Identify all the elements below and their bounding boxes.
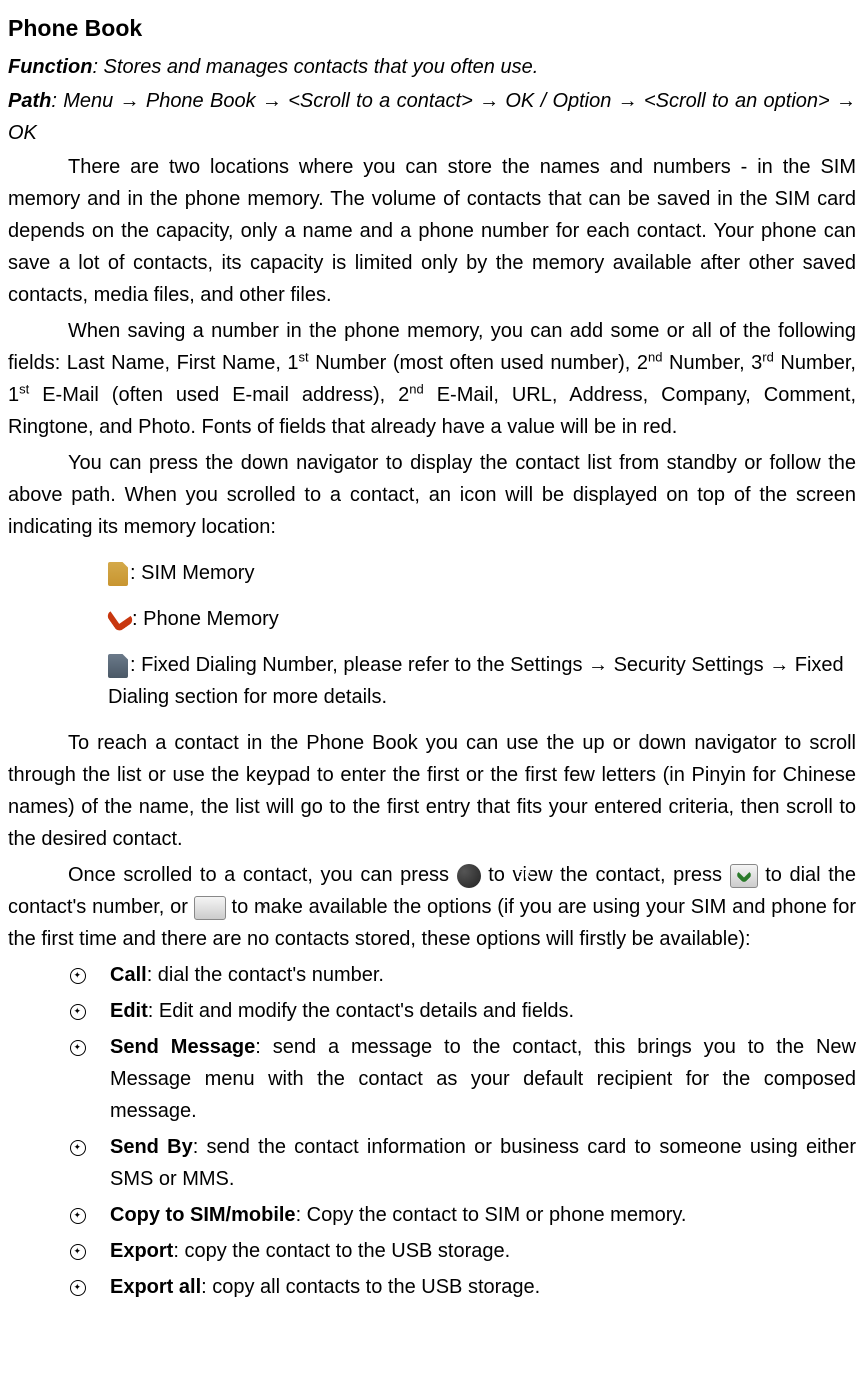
- paragraph-3: You can press the down navigator to disp…: [8, 447, 856, 543]
- icon-fixed-dialing-line: : Fixed Dialing Number, please refer to …: [108, 649, 856, 713]
- function-label: Function: [8, 56, 92, 78]
- function-line: Function: Stores and manages contacts th…: [8, 51, 856, 83]
- bullet-text: Send By: send the contact information or…: [110, 1131, 856, 1195]
- list-item: Export all: copy all contacts to the USB…: [8, 1271, 856, 1303]
- path-line: Path: Menu → Phone Book → <Scroll to a c…: [8, 85, 856, 149]
- path-text: : Menu → Phone Book → <Scroll to a conta…: [8, 90, 856, 144]
- bullet-icon: [8, 995, 110, 1027]
- paragraph-4: To reach a contact in the Phone Book you…: [8, 727, 856, 855]
- option-button-icon: [194, 896, 226, 920]
- bullet-text: Call: dial the contact's number.: [110, 959, 856, 991]
- paragraph-1: There are two locations where you can st…: [8, 151, 856, 311]
- call-button-icon: [730, 864, 758, 888]
- phone-handset-icon: [108, 607, 130, 633]
- bullet-icon: [8, 1199, 110, 1231]
- function-text: : Stores and manages contacts that you o…: [92, 56, 538, 78]
- bullet-icon: [8, 1235, 110, 1267]
- fixed-dialing-icon: [108, 654, 128, 678]
- bullet-icon: [8, 1031, 110, 1127]
- bullet-text: Edit: Edit and modify the contact's deta…: [110, 995, 856, 1027]
- bullet-icon: [8, 1271, 110, 1303]
- path-label: Path: [8, 90, 51, 112]
- icon-phone-memory-line: : Phone Memory: [108, 603, 856, 635]
- page-title: Phone Book: [8, 10, 856, 47]
- bullet-text: Send Message: send a message to the cont…: [110, 1031, 856, 1127]
- list-item: Copy to SIM/mobile: Copy the contact to …: [8, 1199, 856, 1231]
- options-list: Call: dial the contact's number. Edit: Ed…: [8, 959, 856, 1303]
- list-item: Edit: Edit and modify the contact's deta…: [8, 995, 856, 1027]
- list-item: Export: copy the contact to the USB stor…: [8, 1235, 856, 1267]
- fixed-dialing-text: : Fixed Dialing Number, please refer to …: [108, 654, 844, 708]
- sim-card-icon: [108, 562, 128, 586]
- bullet-text: Export: copy the contact to the USB stor…: [110, 1235, 856, 1267]
- bullet-icon: [8, 959, 110, 991]
- bullet-text: Copy to SIM/mobile: Copy the contact to …: [110, 1199, 856, 1231]
- sim-memory-text: : SIM Memory: [130, 562, 254, 584]
- list-item: Call: dial the contact's number.: [8, 959, 856, 991]
- icon-sim-memory-line: : SIM Memory: [108, 557, 856, 589]
- paragraph-2: When saving a number in the phone memory…: [8, 315, 856, 443]
- ok-button-icon: OK: [457, 864, 481, 888]
- phone-memory-text: : Phone Memory: [132, 608, 279, 630]
- bullet-text: Export all: copy all contacts to the USB…: [110, 1271, 856, 1303]
- list-item: Send Message: send a message to the cont…: [8, 1031, 856, 1127]
- list-item: Send By: send the contact information or…: [8, 1131, 856, 1195]
- bullet-icon: [8, 1131, 110, 1195]
- paragraph-5: Once scrolled to a contact, you can pres…: [8, 859, 856, 955]
